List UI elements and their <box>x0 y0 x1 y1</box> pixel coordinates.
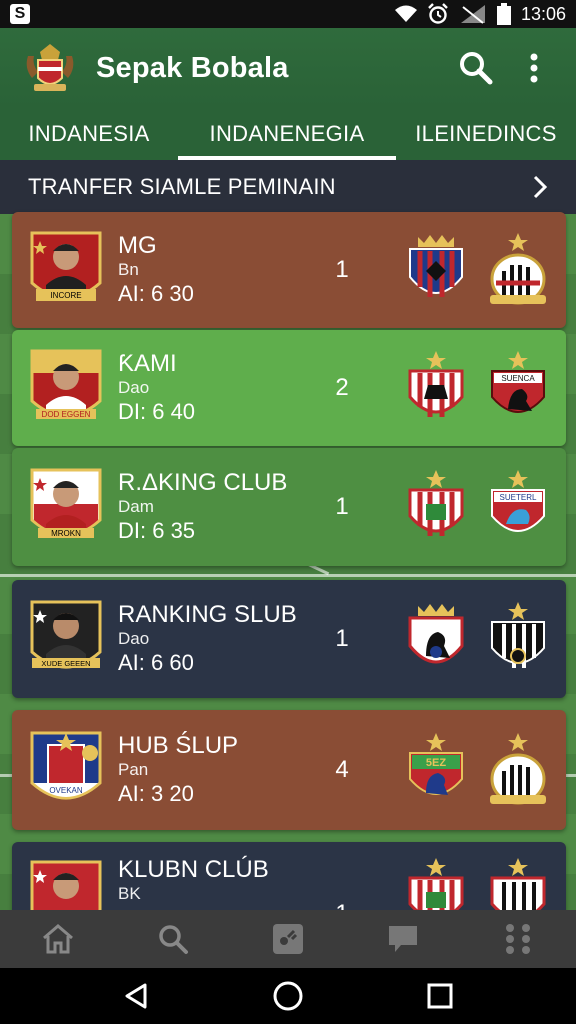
card-name: ƘAMI <box>118 350 177 377</box>
chevron-right-icon <box>533 175 548 199</box>
card-sub: Dao <box>118 378 150 397</box>
crest-label: SUENCA <box>501 374 535 383</box>
card-stat: AI: 3 20 <box>118 781 194 806</box>
bottom-nav <box>0 910 576 968</box>
club-crest-icon <box>408 351 464 417</box>
card-stat: DI: 6 40 <box>118 399 196 424</box>
battery-icon <box>496 3 511 25</box>
tab-indanesia[interactable]: INDANESIA <box>0 108 178 160</box>
ranking-card[interactable]: DOD EGGEN ƘAMI Dao DI: 6 40 2 SUENCA <box>12 330 566 446</box>
player-badge-icon: INCORE <box>30 231 102 301</box>
signal-icon <box>460 5 485 24</box>
player-badge-icon: XUDE GEEEN <box>30 600 102 669</box>
ranking-card[interactable]: MROKN R.ΔKING CLUB Dam DI: 6 35 1 SUETER… <box>12 448 566 566</box>
club-crest-icon: SUETERL <box>491 470 545 532</box>
nav-pitch[interactable] <box>258 914 318 964</box>
ranking-card[interactable]: OVEKAN HUB ŚLUP Pan AI: 3 20 4 5EZ <box>12 710 566 830</box>
transfer-section-header[interactable]: TRANFER SIAMLE PEMINAIN <box>0 160 576 214</box>
club-crest-icon <box>490 733 546 805</box>
card-sub: Bn <box>118 260 139 279</box>
club-crest-icon <box>490 233 546 305</box>
club-crest-icon <box>408 470 464 536</box>
search-icon <box>460 52 493 85</box>
player-badge-icon: DOD EGGEN <box>30 349 102 419</box>
status-bar: S 13:06 <box>0 0 576 28</box>
card-sub: BK <box>118 884 141 903</box>
club-crest-icon <box>408 604 464 664</box>
tab-indanenegia[interactable]: INDANENEGIA <box>178 108 396 160</box>
section-title: TRANFER SIAMLE PEMINAIN <box>28 174 336 199</box>
alarm-icon <box>428 3 448 24</box>
pitch-line <box>0 574 576 577</box>
search-button[interactable] <box>454 46 498 90</box>
app-notification-icon: S <box>10 4 30 24</box>
card-name: HUB ŚLUP <box>118 732 239 759</box>
grid-dots-icon <box>506 924 531 954</box>
card-rank: 1 <box>335 625 349 652</box>
badge-text: DOD EGGEN <box>42 410 91 419</box>
recents-button[interactable] <box>410 971 470 1021</box>
club-crest-icon <box>409 235 463 297</box>
home-circle-icon <box>273 981 303 1011</box>
nav-messages[interactable] <box>373 914 433 964</box>
home-icon <box>42 924 73 954</box>
card-name: RANKING SLUB <box>118 601 297 628</box>
player-badge-icon: MROKN <box>30 468 102 538</box>
card-rank: 1 <box>335 256 349 283</box>
badge-text: MROKN <box>51 529 81 538</box>
system-nav-bar <box>0 968 576 1024</box>
card-rank: 4 <box>335 756 349 783</box>
app-title: Sepak Bobala <box>96 51 289 84</box>
more-options-button[interactable] <box>512 46 556 90</box>
card-sub: Dam <box>118 497 154 516</box>
card-sub: Pan <box>118 760 149 779</box>
card-rank: 2 <box>335 374 349 401</box>
badge-text: INCORE <box>50 291 81 300</box>
card-stat: AI: 6 60 <box>118 650 194 675</box>
tab-bar: INDANESIA INDANENEGIA ILEINEDINCS <box>0 108 576 160</box>
badge-text: XUDE GEEEN <box>41 659 90 668</box>
club-crest-icon: 5EZ <box>409 733 463 795</box>
wifi-icon <box>394 5 417 22</box>
back-triangle-icon <box>125 983 147 1009</box>
card-stat: DI: 6 35 <box>118 518 196 543</box>
crest-label: SUETERL <box>500 493 537 502</box>
card-sub: Dao <box>118 629 150 648</box>
pitch-icon <box>272 924 303 954</box>
tab-ileinedincs[interactable]: ILEINEDINCS <box>396 108 576 160</box>
status-time: 13:06 <box>520 3 566 24</box>
club-crest-icon <box>491 602 545 668</box>
home-button[interactable] <box>258 971 318 1021</box>
player-badge-icon: OVEKAN <box>30 731 102 800</box>
more-vertical-icon <box>530 53 538 83</box>
card-rank: 1 <box>335 493 349 520</box>
card-name: R.ΔKING CLUB <box>118 469 288 496</box>
search-icon <box>159 925 188 954</box>
club-crest-icon: SUENCA <box>491 351 545 413</box>
nav-home[interactable] <box>28 914 88 964</box>
card-name: KLUBN CLÚB <box>118 856 269 883</box>
nav-search[interactable] <box>143 914 203 964</box>
app-logo-icon <box>26 44 74 91</box>
back-button[interactable] <box>106 971 166 1021</box>
badge-text: OVEKAN <box>49 786 83 795</box>
ranking-card[interactable]: INCORE MG Bn AI: 6 30 1 <box>12 212 566 328</box>
recents-square-icon <box>427 983 453 1009</box>
nav-more[interactable] <box>488 914 548 964</box>
app-bar: Sepak Bobala <box>0 28 576 108</box>
card-stat: AI: 6 30 <box>118 281 194 306</box>
card-name: MG <box>118 232 157 259</box>
chat-icon <box>389 926 418 952</box>
ranking-card[interactable]: XUDE GEEEN RANKING SLUB Dao AI: 6 60 1 <box>12 580 566 698</box>
crest-label: 5EZ <box>426 757 446 769</box>
